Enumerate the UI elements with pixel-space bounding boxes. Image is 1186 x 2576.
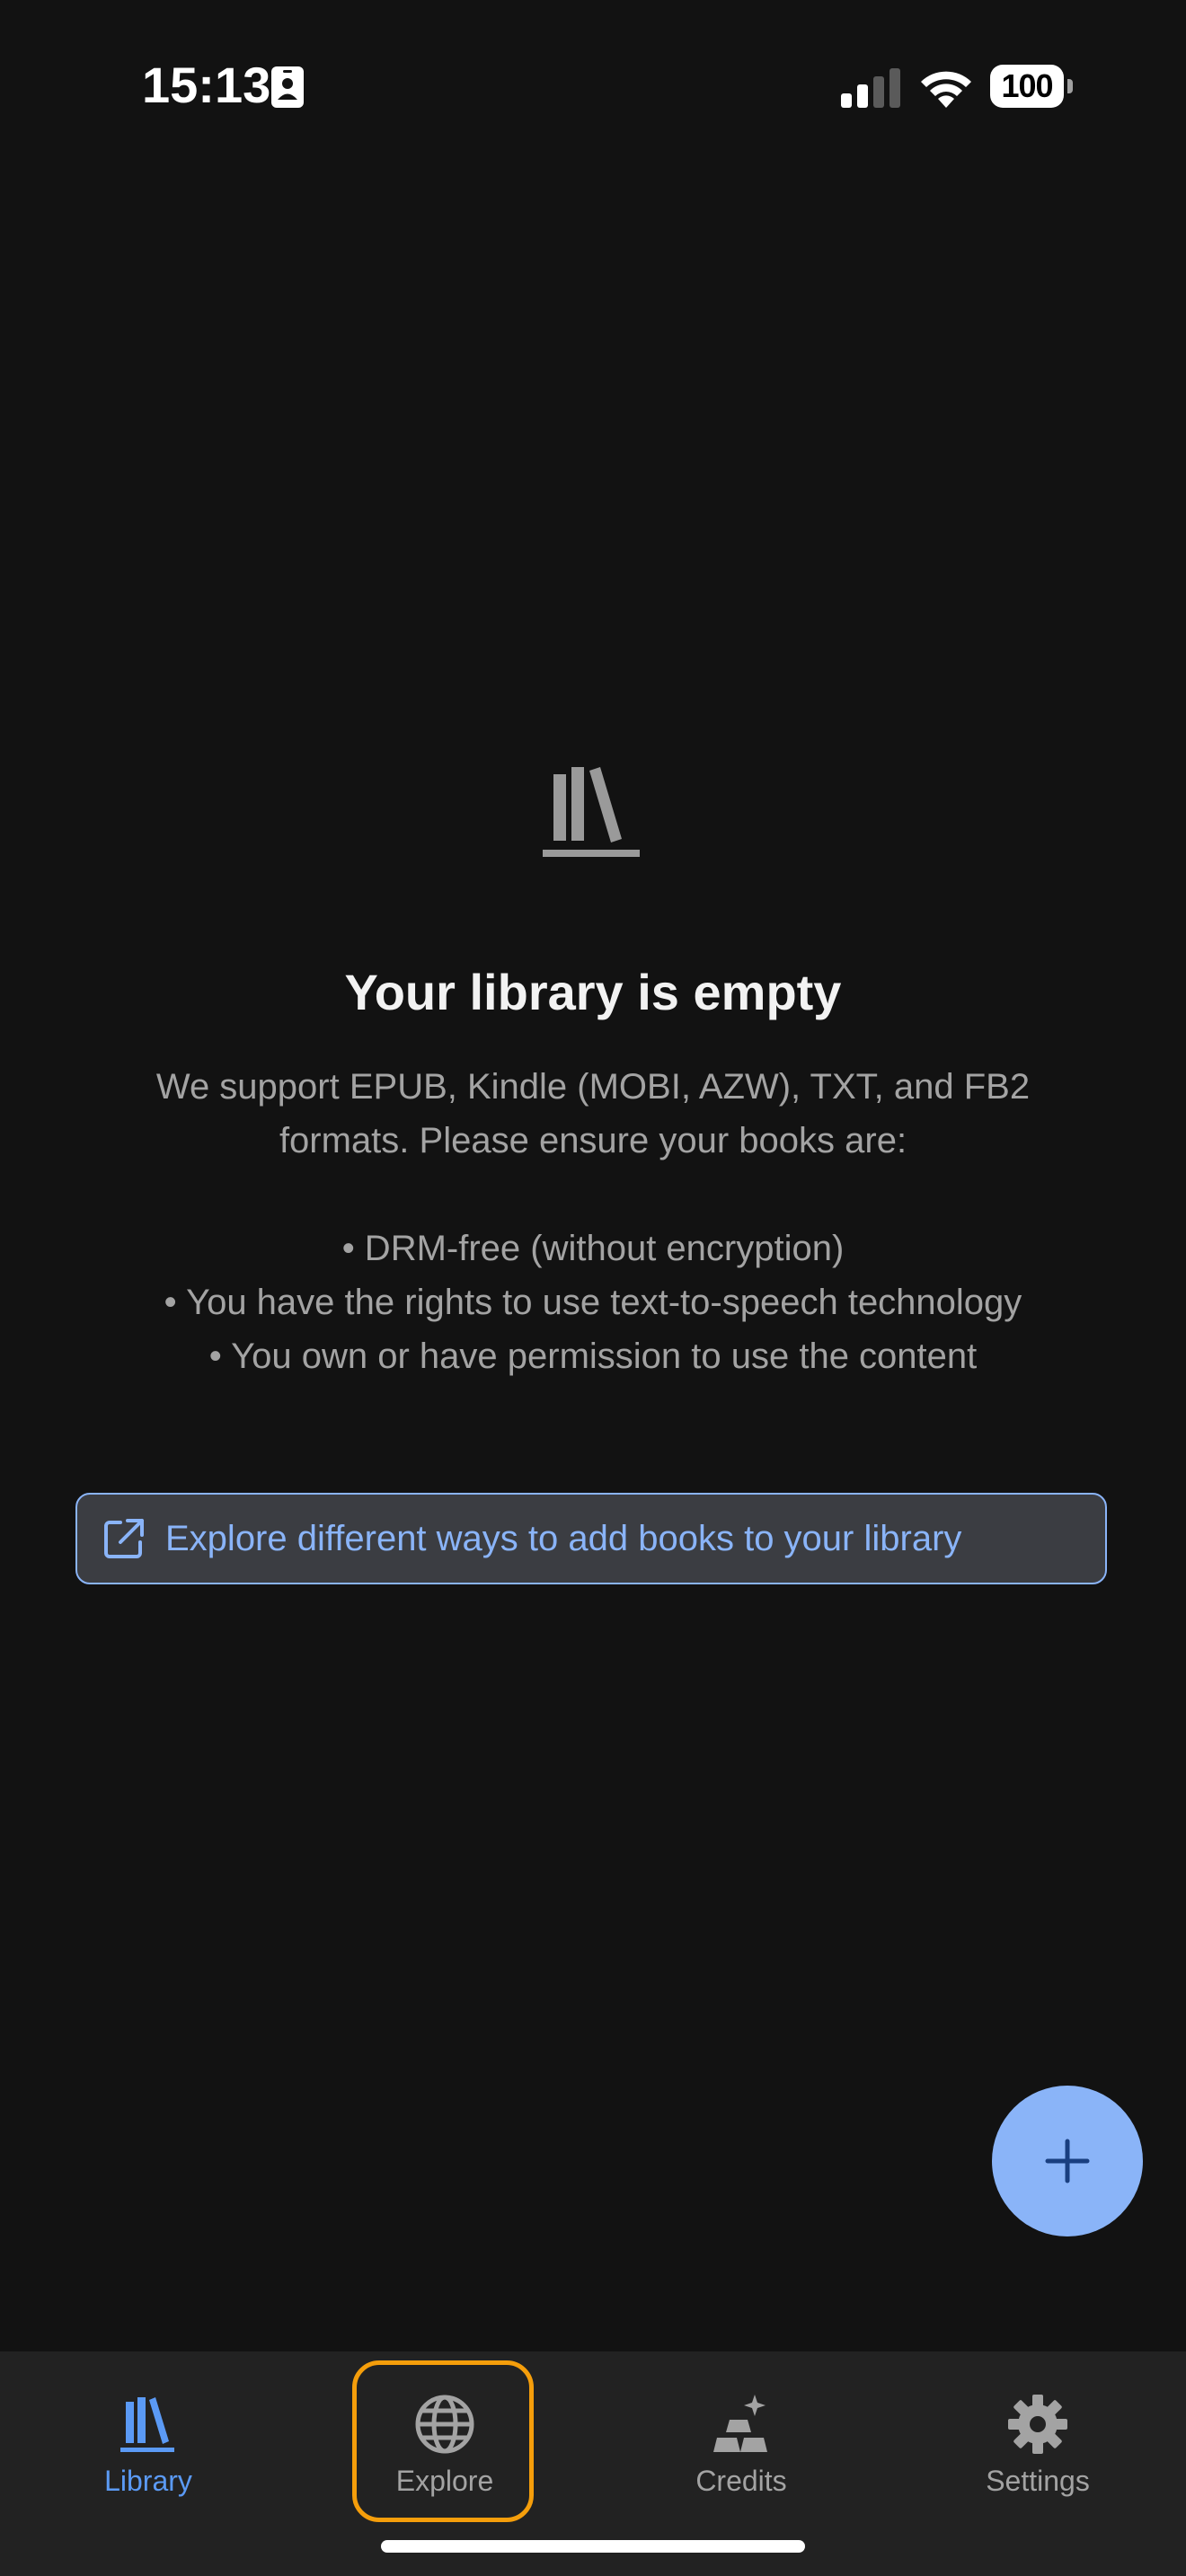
tab-explore[interactable]: Explore bbox=[296, 2351, 593, 2531]
cellular-signal-icon bbox=[841, 68, 900, 108]
explore-add-books-label: Explore different ways to add books to y… bbox=[165, 1518, 962, 1558]
tab-explore-label: Explore bbox=[395, 2465, 494, 2497]
globe-icon bbox=[415, 2395, 474, 2454]
description-line: formats. Please ensure your books are: bbox=[279, 1121, 907, 1160]
books-icon bbox=[543, 767, 640, 857]
library-icon bbox=[120, 2397, 174, 2452]
description-line: We support EPUB, Kindle (MOBI, AZW), TXT… bbox=[155, 1067, 1031, 1107]
requirement-item: • DRM-free (without encryption) bbox=[341, 1229, 845, 1268]
wifi-icon bbox=[921, 71, 971, 108]
gear-icon bbox=[1008, 2395, 1067, 2454]
battery-level: 100 bbox=[1001, 67, 1053, 104]
plus-icon bbox=[1045, 2139, 1090, 2183]
external-link-icon bbox=[104, 1519, 144, 1558]
empty-state-title: Your library is empty bbox=[344, 964, 842, 1020]
battery-icon: 100 bbox=[990, 65, 1073, 108]
tab-settings[interactable]: Settings bbox=[890, 2351, 1186, 2531]
tab-credits-label: Credits bbox=[695, 2465, 787, 2497]
requirement-item: • You have the rights to use text-to-spe… bbox=[164, 1283, 1022, 1322]
requirements-list: • DRM-free (without encryption) • You ha… bbox=[90, 1222, 1096, 1383]
requirement-item: • You own or have permission to use the … bbox=[208, 1337, 978, 1376]
id-card-icon bbox=[271, 66, 304, 108]
empty-state-description: We support EPUB, Kindle (MOBI, AZW), TXT… bbox=[90, 1060, 1096, 1383]
home-indicator bbox=[381, 2540, 805, 2553]
add-book-button[interactable] bbox=[992, 2086, 1143, 2236]
status-time: 15:13 bbox=[142, 57, 271, 113]
explore-add-books-button[interactable]: Explore different ways to add books to y… bbox=[75, 1493, 1107, 1584]
tab-library-label: Library bbox=[104, 2465, 192, 2497]
tab-settings-label: Settings bbox=[986, 2465, 1090, 2497]
credits-icon bbox=[713, 2395, 767, 2452]
tab-library[interactable]: Library bbox=[0, 2351, 296, 2531]
tab-credits[interactable]: Credits bbox=[593, 2351, 890, 2531]
status-bar: 15:13 100 bbox=[0, 0, 1186, 171]
